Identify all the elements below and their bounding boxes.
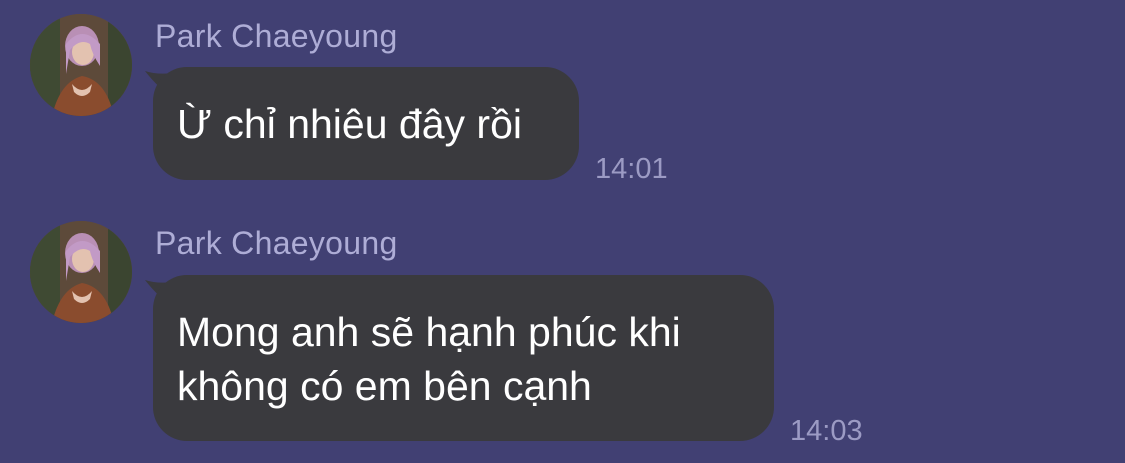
- message-timestamp: 14:03: [790, 415, 863, 447]
- chat-thread: Park Chaeyoung Ừ chỉ nhiêu đây rồi 14:01…: [0, 0, 1125, 463]
- message-text: Ừ chỉ nhiêu đây rồi: [177, 101, 522, 147]
- message-text-line-2: không có em bên cạnh: [177, 363, 592, 409]
- avatar[interactable]: [30, 221, 132, 323]
- sender-name: Park Chaeyoung: [155, 18, 398, 54]
- message-bubble[interactable]: Ừ chỉ nhiêu đây rồi: [153, 67, 579, 180]
- avatar[interactable]: [30, 14, 132, 116]
- message-text-line-1: Mong anh sẽ hạnh phúc khi: [177, 309, 681, 355]
- avatar-photo-icon: [30, 221, 132, 323]
- message-timestamp: 14:01: [595, 153, 668, 185]
- avatar-photo-icon: [30, 14, 132, 116]
- sender-name: Park Chaeyoung: [155, 225, 398, 261]
- message-bubble[interactable]: Mong anh sẽ hạnh phúc khi không có em bê…: [153, 275, 774, 441]
